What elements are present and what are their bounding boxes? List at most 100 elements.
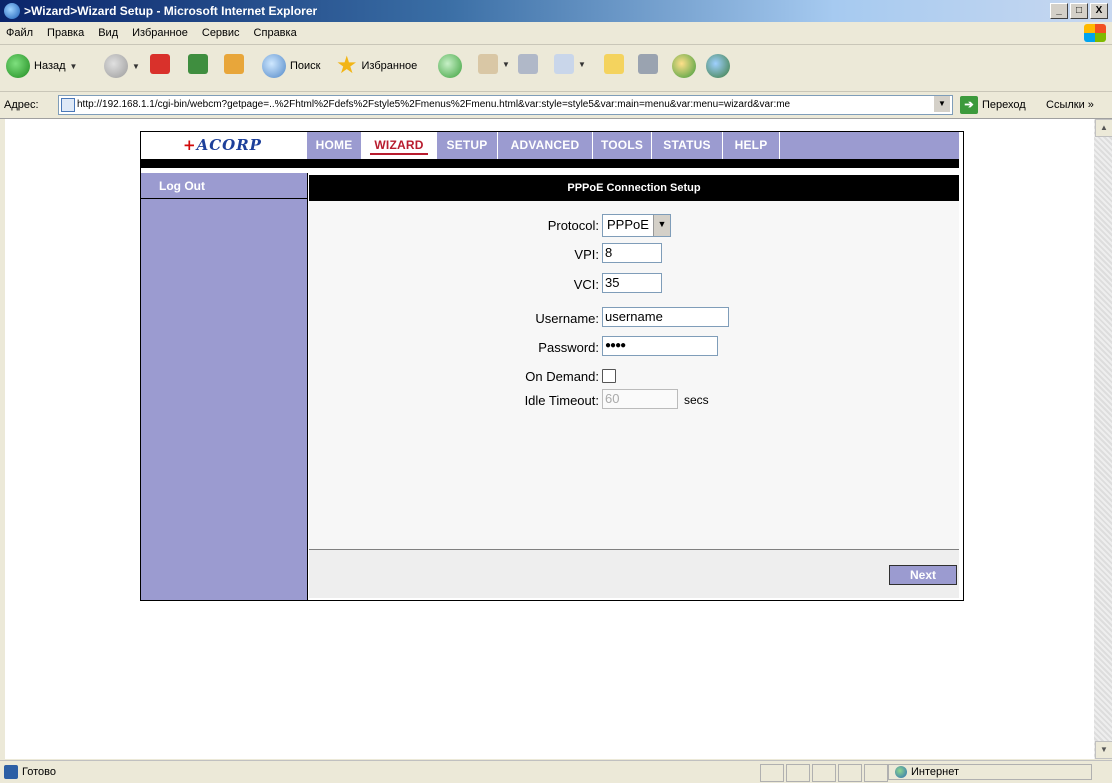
menu-file[interactable]: Файл	[6, 27, 33, 39]
idle-timeout-unit: secs	[684, 393, 709, 407]
nav-setup[interactable]: SETUP	[437, 132, 498, 159]
username-input[interactable]: username	[602, 307, 729, 327]
acorp-logo: +ACORP	[183, 136, 262, 154]
vci-label: VCI:	[573, 277, 599, 292]
home-icon[interactable]	[224, 54, 244, 74]
scroll-down-icon[interactable]: ▼	[1095, 741, 1112, 759]
maximize-button[interactable]: □	[1070, 3, 1088, 19]
vpi-input[interactable]: 8	[602, 243, 662, 263]
router-sidebar: Log Out	[141, 173, 308, 600]
password-input[interactable]: ●●●●	[602, 336, 718, 356]
logo-cell: +ACORP	[141, 132, 307, 159]
menu-tools[interactable]: Сервис	[202, 27, 240, 39]
status-segment	[812, 764, 836, 782]
nav-advanced[interactable]: ADVANCED	[498, 132, 593, 159]
go-label: Переход	[982, 99, 1026, 111]
logout-link[interactable]: Log Out	[141, 173, 307, 199]
browser-toolbar: Назад ▼ ▼ Поиск ★ Избранное ▼ ▼	[0, 45, 1112, 92]
go-button[interactable]: ➔ Переход	[960, 96, 1026, 114]
search-label: Поиск	[290, 60, 321, 72]
nav-divider	[141, 159, 959, 168]
window-title-bar: >Wizard>Wizard Setup - Microsoft Interne…	[0, 0, 1112, 22]
back-button[interactable]: Назад ▼	[6, 54, 77, 78]
minimize-button[interactable]: _	[1050, 3, 1068, 19]
nav-tools[interactable]: TOOLS	[593, 132, 652, 159]
icq-icon[interactable]	[672, 54, 696, 78]
idle-timeout-label: Idle Timeout:	[524, 393, 599, 408]
back-arrow-icon	[6, 54, 30, 78]
nav-help[interactable]: HELP	[723, 132, 780, 159]
menu-favorites[interactable]: Избранное	[132, 27, 188, 39]
address-url[interactable]: http://192.168.1.1/cgi-bin/webcm?getpage…	[77, 99, 790, 110]
favorites-button[interactable]: ★ Избранное	[336, 54, 417, 78]
address-bar: Адрес: http://192.168.1.1/cgi-bin/webcm?…	[0, 92, 1112, 119]
close-button[interactable]: X	[1090, 3, 1108, 19]
mail-icon[interactable]	[478, 54, 498, 74]
logo-mark-icon: +	[183, 136, 197, 154]
nav-divider-line	[307, 168, 959, 173]
history-icon[interactable]	[438, 54, 462, 78]
globe-icon	[895, 766, 907, 778]
notes-icon[interactable]	[604, 54, 624, 74]
nav-status[interactable]: STATUS	[652, 132, 723, 159]
panel-footer: Next	[309, 550, 959, 598]
status-text: Готово	[22, 766, 56, 778]
edit-icon[interactable]	[554, 54, 574, 74]
windows-logo-icon	[1084, 24, 1106, 42]
favorites-label: Избранное	[361, 60, 418, 72]
messenger-icon[interactable]	[706, 54, 730, 78]
security-zone: Интернет	[888, 764, 1092, 780]
back-label: Назад	[34, 60, 66, 72]
next-button[interactable]: Next	[889, 565, 957, 585]
idle-timeout-input[interactable]: 60	[602, 389, 678, 409]
router-page: +ACORP HOME WIZARD SETUP ADVANCED TOOLS …	[140, 131, 964, 601]
zone-label: Интернет	[911, 766, 959, 778]
menu-view[interactable]: Вид	[98, 27, 118, 39]
on-demand-label: On Demand:	[525, 369, 599, 384]
password-label: Password:	[538, 340, 599, 355]
page-icon	[61, 98, 75, 112]
chevron-down-icon[interactable]: ▼	[132, 62, 140, 71]
search-icon	[262, 54, 286, 78]
page-status-icon	[4, 765, 18, 779]
chevron-down-icon[interactable]: ▼	[652, 215, 670, 236]
on-demand-checkbox[interactable]	[602, 369, 616, 383]
vci-input[interactable]: 35	[602, 273, 662, 293]
status-segment	[838, 764, 862, 782]
stop-icon[interactable]	[150, 54, 170, 74]
address-input[interactable]: http://192.168.1.1/cgi-bin/webcm?getpage…	[58, 95, 953, 115]
search-button[interactable]: Поиск	[262, 54, 320, 78]
router-nav: HOME WIZARD SETUP ADVANCED TOOLS STATUS …	[307, 132, 959, 159]
protocol-label: Protocol:	[547, 218, 599, 233]
chevron-down-icon[interactable]: ▼	[70, 62, 78, 71]
scroll-up-icon[interactable]: ▲	[1095, 119, 1112, 137]
menu-edit[interactable]: Правка	[47, 27, 84, 39]
forward-arrow-icon	[104, 54, 128, 78]
nav-wizard[interactable]: WIZARD	[362, 132, 437, 159]
status-bar: Готово Интернет	[0, 760, 1112, 783]
protocol-select[interactable]: PPPoE ▼	[602, 214, 671, 237]
status-segment	[760, 764, 784, 782]
status-segment	[864, 764, 888, 782]
go-arrow-icon: ➔	[960, 96, 978, 114]
ie-icon	[4, 3, 20, 19]
panel-title: PPPoE Connection Setup	[309, 175, 959, 201]
links-button[interactable]: Ссылки »	[1046, 99, 1094, 111]
forward-button[interactable]: ▼	[104, 54, 140, 78]
address-label: Адрес:	[4, 99, 39, 111]
print-icon[interactable]	[518, 54, 538, 74]
status-segment	[786, 764, 810, 782]
username-label: Username:	[535, 311, 599, 326]
vertical-scrollbar[interactable]: ▲ ▼	[1094, 119, 1112, 759]
refresh-icon[interactable]	[188, 54, 208, 74]
star-icon: ★	[336, 52, 358, 79]
research-icon[interactable]	[638, 54, 658, 74]
pppoe-form: Protocol: PPPoE ▼ VPI: 8 VCI: 35 Usernam…	[309, 201, 959, 550]
menu-bar: Файл Правка Вид Избранное Сервис Справка	[0, 22, 1112, 45]
window-title: >Wizard>Wizard Setup - Microsoft Interne…	[24, 4, 318, 18]
nav-home[interactable]: HOME	[307, 132, 362, 159]
address-dropdown-icon[interactable]: ▼	[934, 96, 950, 112]
vpi-label: VPI:	[574, 247, 599, 262]
protocol-value: PPPoE	[607, 217, 649, 232]
menu-help[interactable]: Справка	[254, 27, 297, 39]
